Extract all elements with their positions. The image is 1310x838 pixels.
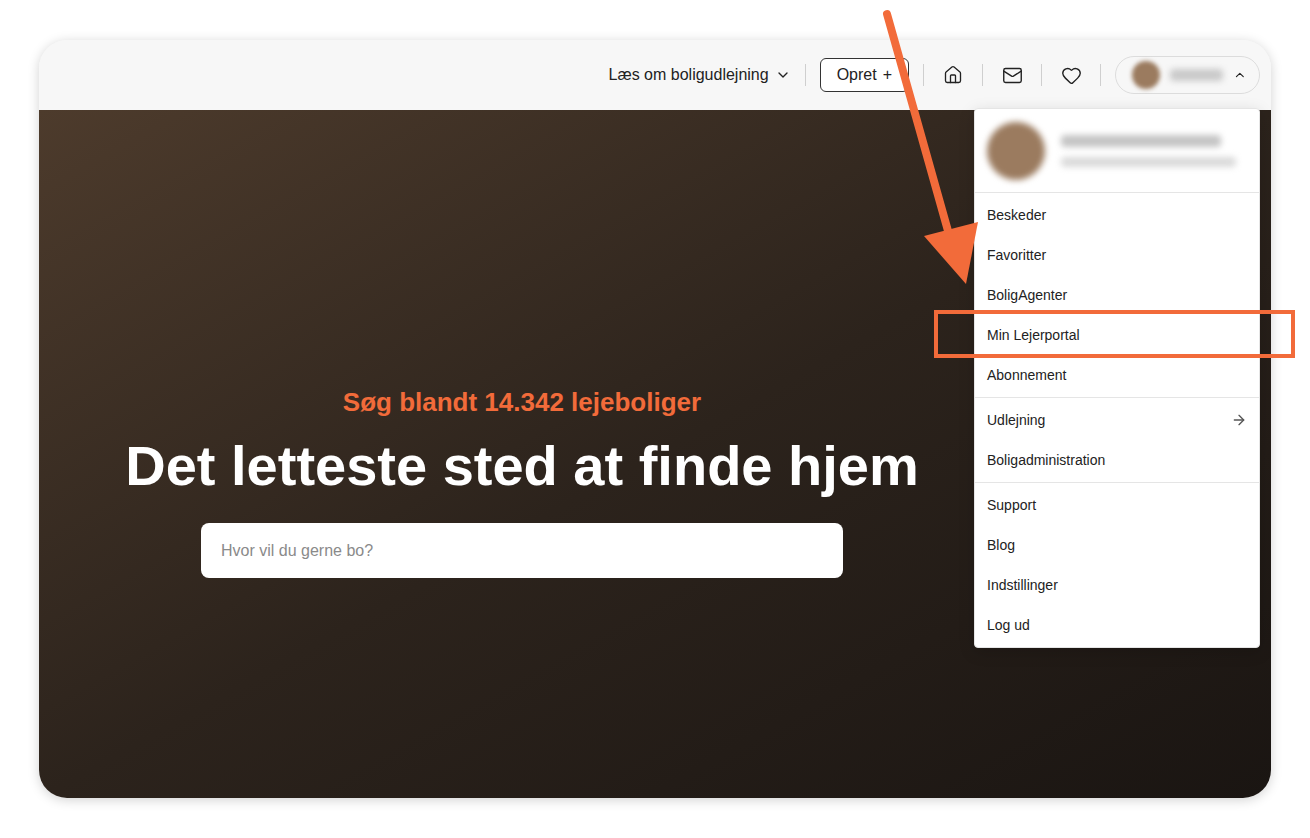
menu-item[interactable]: Log ud bbox=[975, 605, 1259, 645]
hero-eyebrow: Søg blandt 14.342 lejeboliger bbox=[343, 386, 701, 418]
create-button[interactable]: Opret+ bbox=[820, 58, 909, 92]
top-bar: Læs om boligudlejning Opret+ bbox=[39, 40, 1271, 110]
menu-group: SupportBlogIndstillingerLog ud bbox=[975, 483, 1259, 647]
hero-title: Det letteste sted at finde hjem bbox=[125, 434, 919, 498]
account-button[interactable] bbox=[1115, 56, 1260, 94]
account-menu: BeskederFavoritterBoligAgenterMin Lejerp… bbox=[974, 108, 1260, 648]
menu-item[interactable]: Favoritter bbox=[975, 235, 1259, 275]
arrow-right-icon bbox=[1231, 412, 1247, 428]
nav-divider bbox=[982, 64, 983, 86]
menu-item[interactable]: Indstillinger bbox=[975, 565, 1259, 605]
menu-item[interactable]: Udlejning bbox=[975, 400, 1259, 440]
menu-profile[interactable] bbox=[975, 109, 1259, 193]
home-icon bbox=[943, 65, 963, 85]
favorites-button[interactable] bbox=[1056, 60, 1086, 90]
nav-divider bbox=[1041, 64, 1042, 86]
menu-item[interactable]: Support bbox=[975, 485, 1259, 525]
nav-divider bbox=[1100, 64, 1101, 86]
highlight-box bbox=[934, 310, 1295, 358]
read-about-menu[interactable]: Læs om boligudlejning bbox=[609, 63, 791, 87]
nav-divider bbox=[923, 64, 924, 86]
menu-group: UdlejningBoligadministration bbox=[975, 398, 1259, 483]
menu-item[interactable]: Boligadministration bbox=[975, 440, 1259, 480]
search-input[interactable] bbox=[201, 523, 843, 578]
menu-item[interactable]: BoligAgenter bbox=[975, 275, 1259, 315]
menu-item[interactable]: Blog bbox=[975, 525, 1259, 565]
profile-avatar bbox=[987, 122, 1045, 180]
menu-group: BeskederFavoritterBoligAgenterMin Lejerp… bbox=[975, 193, 1259, 398]
profile-name-blurred bbox=[1061, 135, 1221, 147]
menu-item[interactable]: Beskeder bbox=[975, 195, 1259, 235]
account-avatar bbox=[1132, 61, 1160, 89]
account-name-blurred bbox=[1170, 69, 1223, 81]
heart-icon bbox=[1061, 65, 1082, 86]
hero-content: Søg blandt 14.342 lejeboliger Det lettest… bbox=[39, 110, 1005, 798]
messages-button[interactable] bbox=[997, 60, 1027, 90]
menu-item[interactable]: Min Lejerportal bbox=[975, 315, 1259, 355]
mail-icon bbox=[1002, 65, 1023, 86]
home-button[interactable] bbox=[938, 60, 968, 90]
nav-divider bbox=[805, 64, 806, 86]
profile-email-blurred bbox=[1061, 157, 1236, 167]
site-card: Læs om boligudlejning Opret+ Søg blandt 14… bbox=[39, 40, 1271, 798]
chevron-down-icon bbox=[775, 67, 791, 83]
menu-item[interactable]: Abonnement bbox=[975, 355, 1259, 395]
chevron-up-icon bbox=[1233, 66, 1247, 84]
annotation-arrow-icon bbox=[0, 0, 1310, 838]
page: Læs om boligudlejning Opret+ Søg blandt 14… bbox=[0, 0, 1310, 838]
